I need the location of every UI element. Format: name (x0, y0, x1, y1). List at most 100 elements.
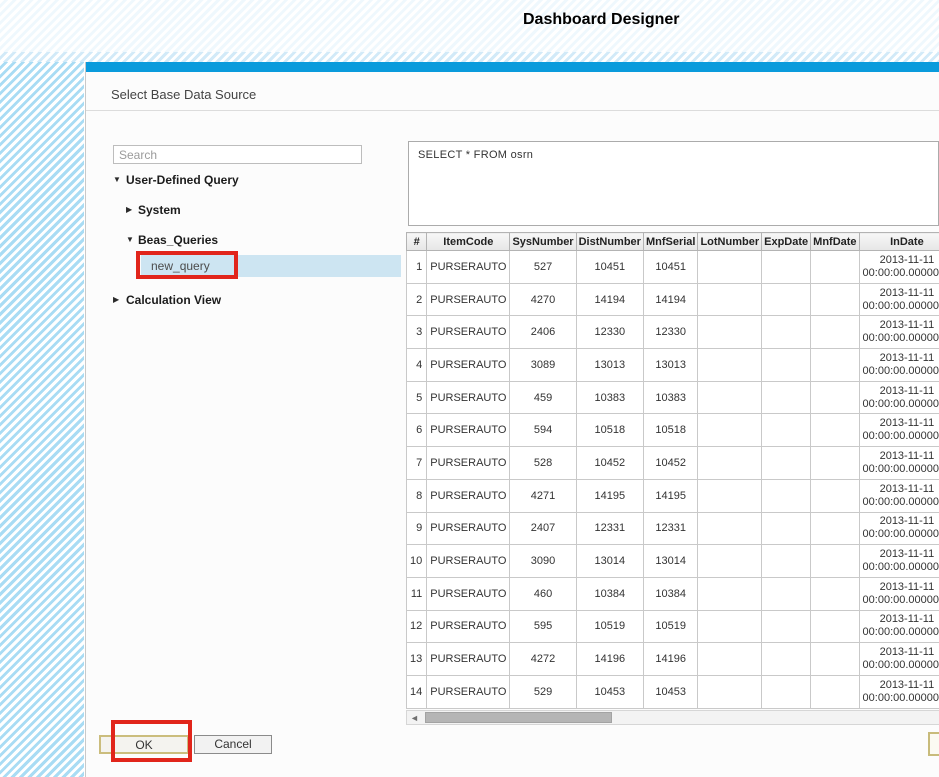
column-header-itemcode: ItemCode (427, 233, 510, 251)
cell-exp_date (762, 479, 811, 512)
cell-sys_number: 528 (510, 447, 576, 480)
tree-item-label: Calculation View (126, 293, 221, 307)
table-row[interactable]: 11PURSERAUTO46010384103842013-11-1100:00… (407, 577, 939, 610)
cell-dist_number: 12331 (576, 512, 643, 545)
cell-dist_number: 14194 (576, 283, 643, 316)
cell-item_code: PURSERAUTO (427, 643, 510, 676)
search-input[interactable] (113, 145, 362, 164)
cell-exp_date (762, 283, 811, 316)
cell-item_code: PURSERAUTO (427, 447, 510, 480)
cell-exp_date (762, 545, 811, 578)
cell-item_code: PURSERAUTO (427, 283, 510, 316)
cell-mnf_date (811, 610, 859, 643)
cell-exp_date (762, 675, 811, 708)
cell-exp_date (762, 251, 811, 284)
cell-mnf_date (811, 479, 859, 512)
cell-lot_number (698, 316, 762, 349)
table-row[interactable]: 5PURSERAUTO45910383103832013-11-1100:00:… (407, 381, 939, 414)
column-header-lotnumber: LotNumber (698, 233, 762, 251)
cancel-button[interactable]: Cancel (194, 735, 272, 754)
cell-mnf_serial: 10384 (643, 577, 698, 610)
cell-in_date: 2013-11-1100:00:00.0000000 (859, 381, 939, 414)
cell-num: 14 (407, 675, 427, 708)
cell-item_code: PURSERAUTO (427, 316, 510, 349)
cell-num: 4 (407, 349, 427, 382)
table-row[interactable]: 13PURSERAUTO427214196141962013-11-1100:0… (407, 643, 939, 676)
horizontal-scrollbar[interactable]: ◄ (406, 710, 939, 725)
column-header-num: # (407, 233, 427, 251)
cell-mnf_date (811, 675, 859, 708)
table-row[interactable]: 4PURSERAUTO308913013130132013-11-1100:00… (407, 349, 939, 382)
column-header-mnfdate: MnfDate (811, 233, 859, 251)
table-row[interactable]: 10PURSERAUTO309013014130142013-11-1100:0… (407, 545, 939, 578)
cell-in_date: 2013-11-1100:00:00.0000000 (859, 512, 939, 545)
background-stripes (0, 62, 84, 777)
table-row[interactable]: 2PURSERAUTO427014194141942013-11-1100:00… (407, 283, 939, 316)
cell-dist_number: 14196 (576, 643, 643, 676)
cell-lot_number (698, 349, 762, 382)
cell-mnf_date (811, 512, 859, 545)
cell-exp_date (762, 381, 811, 414)
app-window: Dashboard Designer Select Base Data Sour… (0, 0, 939, 777)
cell-dist_number: 10451 (576, 251, 643, 284)
cell-item_code: PURSERAUTO (427, 577, 510, 610)
table-row[interactable]: 7PURSERAUTO52810452104522013-11-1100:00:… (407, 447, 939, 480)
cell-in_date: 2013-11-1100:00:00.0000000 (859, 251, 939, 284)
sql-query-box[interactable]: SELECT * FROM osrn (408, 141, 939, 226)
cell-in_date: 2013-11-1100:00:00.0000000 (859, 643, 939, 676)
cell-dist_number: 10452 (576, 447, 643, 480)
ok-button[interactable]: OK (99, 735, 189, 754)
cell-item_code: PURSERAUTO (427, 675, 510, 708)
scrollbar-thumb[interactable] (425, 712, 612, 723)
cell-lot_number (698, 447, 762, 480)
cell-sys_number: 3089 (510, 349, 576, 382)
cell-num: 13 (407, 643, 427, 676)
cell-item_code: PURSERAUTO (427, 251, 510, 284)
cell-lot_number (698, 251, 762, 284)
cell-in_date: 2013-11-1100:00:00.0000000 (859, 610, 939, 643)
cell-item_code: PURSERAUTO (427, 512, 510, 545)
chevron-down-icon[interactable]: ▼ (113, 175, 121, 184)
tree-item-new-query[interactable]: new_query (141, 255, 401, 277)
cell-exp_date (762, 414, 811, 447)
cell-in_date: 2013-11-1100:00:00.0000000 (859, 675, 939, 708)
table-row[interactable]: 12PURSERAUTO59510519105192013-11-1100:00… (407, 610, 939, 643)
column-header-expdate: ExpDate (762, 233, 811, 251)
cell-item_code: PURSERAUTO (427, 414, 510, 447)
table-row[interactable]: 6PURSERAUTO59410518105182013-11-1100:00:… (407, 414, 939, 447)
cell-lot_number (698, 479, 762, 512)
cell-lot_number (698, 381, 762, 414)
tree-item-label: User-Defined Query (126, 173, 239, 187)
result-table: #ItemCodeSysNumberDistNumberMnfSerialLot… (406, 232, 939, 709)
cell-sys_number: 4272 (510, 643, 576, 676)
cell-in_date: 2013-11-1100:00:00.0000000 (859, 447, 939, 480)
cell-mnf_serial: 10453 (643, 675, 698, 708)
cell-num: 9 (407, 512, 427, 545)
scroll-left-icon[interactable]: ◄ (410, 713, 419, 723)
cell-lot_number (698, 414, 762, 447)
table-row[interactable]: 3PURSERAUTO240612330123302013-11-1100:00… (407, 316, 939, 349)
chevron-right-icon[interactable]: ▶ (126, 205, 132, 214)
cell-dist_number: 10384 (576, 577, 643, 610)
cell-lot_number (698, 545, 762, 578)
app-header: Dashboard Designer (0, 0, 939, 52)
table-row[interactable]: 1PURSERAUTO52710451104512013-11-1100:00:… (407, 251, 939, 284)
table-row[interactable]: 8PURSERAUTO427114195141952013-11-1100:00… (407, 479, 939, 512)
cell-exp_date (762, 512, 811, 545)
partial-edge-button[interactable] (928, 732, 939, 756)
chevron-right-icon[interactable]: ▶ (113, 295, 119, 304)
cell-sys_number: 460 (510, 577, 576, 610)
cell-mnf_date (811, 381, 859, 414)
cell-in_date: 2013-11-1100:00:00.0000000 (859, 545, 939, 578)
cell-item_code: PURSERAUTO (427, 545, 510, 578)
cell-mnf_serial: 14195 (643, 479, 698, 512)
chevron-down-icon[interactable]: ▼ (126, 235, 134, 244)
table-row[interactable]: 14PURSERAUTO52910453104532013-11-1100:00… (407, 675, 939, 708)
cell-sys_number: 4271 (510, 479, 576, 512)
cell-exp_date (762, 349, 811, 382)
cell-exp_date (762, 577, 811, 610)
cell-mnf_date (811, 545, 859, 578)
cell-num: 8 (407, 479, 427, 512)
cell-mnf_serial: 14194 (643, 283, 698, 316)
table-row[interactable]: 9PURSERAUTO240712331123312013-11-1100:00… (407, 512, 939, 545)
